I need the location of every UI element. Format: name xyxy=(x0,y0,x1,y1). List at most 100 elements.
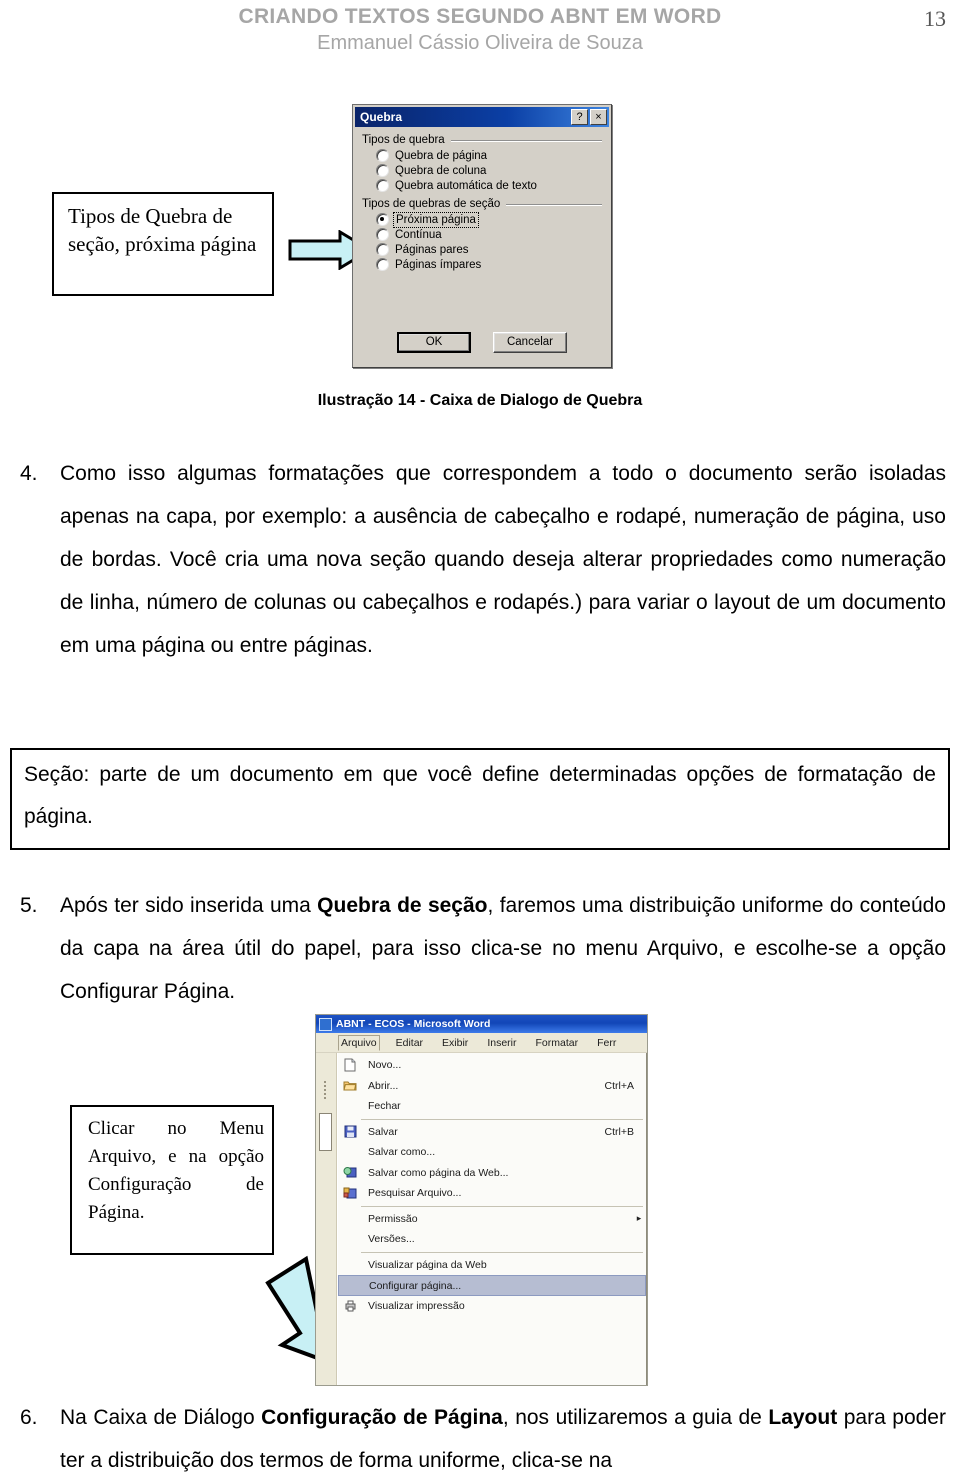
radio-paginas-pares[interactable]: Páginas pares xyxy=(376,243,602,256)
no-icon xyxy=(340,1257,360,1273)
item6-middle: , nos utilizaremos a guia de xyxy=(502,1406,769,1429)
page-number: 13 xyxy=(924,6,946,31)
list-text: Após ter sido inserida uma Quebra de seç… xyxy=(60,884,946,1013)
menu-item-accel: Ctrl+A xyxy=(604,1079,634,1092)
list-item-6: 6. Na Caixa de Diálogo Configuração de P… xyxy=(14,1396,946,1482)
menu-item-pesquisar-arquivo[interactable]: Pesquisar Arquivo... xyxy=(338,1183,646,1204)
save-disk-icon xyxy=(340,1124,360,1140)
header-title: CRIANDO TEXTOS SEGUNDO ABNT EM WORD xyxy=(238,5,722,28)
radio-paginas-impares[interactable]: Páginas ímpares xyxy=(376,258,602,271)
no-icon xyxy=(340,1098,360,1114)
figure-word-arquivo-menu: ABNT - ECOS - Microsoft Word Arquivo Edi… xyxy=(315,1014,648,1386)
item5-bold-term: Quebra de seção xyxy=(317,894,488,917)
menubar-item-formatar[interactable]: Formatar xyxy=(533,1035,582,1051)
menu-item-versoes[interactable]: Versões... xyxy=(338,1229,646,1250)
search-file-icon xyxy=(340,1185,360,1201)
help-button[interactable]: ? xyxy=(571,109,588,125)
list-item-4: 4. Como isso algumas formatações que cor… xyxy=(14,452,946,667)
document-header: CRIANDO TEXTOS SEGUNDO ABNT EM WORD Emma… xyxy=(0,0,960,62)
radio-icon[interactable] xyxy=(376,213,389,226)
list-text: Na Caixa de Diálogo Configuração de Pági… xyxy=(60,1396,946,1482)
menu-item-salvar-como-pagina-da-web[interactable]: Salvar como página da Web... xyxy=(338,1163,646,1184)
cancel-button[interactable]: Cancelar xyxy=(493,332,567,353)
no-icon xyxy=(340,1231,360,1247)
quebra-dialog-window: Quebra ? × Tipos de quebra Quebra de pág… xyxy=(352,104,612,368)
no-icon xyxy=(340,1144,360,1160)
menu-item-label: Salvar como página da Web... xyxy=(368,1166,509,1179)
callout-text: Tipos de Quebra de seção, próxima página xyxy=(68,204,257,256)
word-titlebar: ABNT - ECOS - Microsoft Word xyxy=(316,1015,647,1033)
menubar-item-editar[interactable]: Editar xyxy=(393,1035,426,1051)
menubar-item-ferramentas[interactable]: Ferr xyxy=(594,1035,619,1051)
list-number: 4. xyxy=(20,462,38,485)
save-web-icon xyxy=(340,1165,360,1181)
list-item-5: 5. Após ter sido inserida uma Quebra de … xyxy=(14,884,946,1013)
menu-item-configurar-pagina[interactable]: Configurar página... xyxy=(338,1275,646,1296)
definition-box-secao: Seção: parte de um documento em que você… xyxy=(10,748,950,850)
menu-item-accel: Ctrl+B xyxy=(604,1125,634,1138)
new-document-icon xyxy=(340,1057,360,1073)
item6-bold-term-1: Configuração de Página xyxy=(261,1406,503,1429)
radio-icon[interactable] xyxy=(376,243,389,256)
menubar-item-arquivo[interactable]: Arquivo xyxy=(338,1034,380,1051)
radio-icon[interactable] xyxy=(376,228,389,241)
word-body: Novo... Abrir... Ctrl+A Fechar Salvar Ct… xyxy=(316,1053,647,1385)
menubar-item-exibir[interactable]: Exibir xyxy=(439,1035,471,1051)
ok-button[interactable]: OK xyxy=(397,332,471,353)
menu-item-salvar[interactable]: Salvar Ctrl+B xyxy=(338,1122,646,1143)
menu-separator xyxy=(361,1118,643,1120)
menu-item-fechar[interactable]: Fechar xyxy=(338,1096,646,1117)
radio-icon[interactable] xyxy=(376,258,389,271)
radio-icon[interactable] xyxy=(376,164,389,177)
menu-item-novo[interactable]: Novo... xyxy=(338,1055,646,1076)
radio-label: Quebra de coluna xyxy=(395,164,487,177)
no-icon xyxy=(340,1211,360,1227)
radio-label: Próxima página xyxy=(393,211,479,228)
definition-text: Seção: parte de um documento em que você… xyxy=(24,763,936,828)
item6-bold-term-2: Layout xyxy=(768,1406,838,1429)
menubar-item-inserir[interactable]: Inserir xyxy=(484,1035,519,1051)
list-number: 6. xyxy=(20,1406,38,1429)
radio-quebra-automatica-de-texto[interactable]: Quebra automática de texto xyxy=(376,179,602,192)
radio-label: Páginas ímpares xyxy=(395,258,482,271)
menu-item-label: Abrir... xyxy=(368,1079,399,1092)
callout-box-quebra: Tipos de Quebra de seção, próxima página xyxy=(52,192,274,296)
menu-item-label: Configurar página... xyxy=(369,1279,462,1292)
radio-icon[interactable] xyxy=(376,149,389,162)
radio-quebra-de-coluna[interactable]: Quebra de coluna xyxy=(376,164,602,177)
word-left-strip xyxy=(316,1053,337,1385)
header-author: Emmanuel Cássio Oliveira de Souza xyxy=(317,32,643,54)
word-app-icon xyxy=(319,1017,332,1031)
item6-prefix: Na Caixa de Diálogo xyxy=(60,1406,262,1429)
ruler-marker-icon xyxy=(319,1113,332,1151)
group-label-tipos-de-quebra: Tipos de quebra xyxy=(362,134,602,146)
menu-item-label: Visualizar impressão xyxy=(368,1300,465,1313)
radio-label: Quebra de página xyxy=(395,149,488,162)
menu-separator xyxy=(361,1251,643,1253)
figure-caption-14: Ilustração 14 - Caixa de Dialogo de Queb… xyxy=(317,392,643,409)
menu-item-label: Permissão xyxy=(368,1212,418,1225)
list-number: 5. xyxy=(20,894,38,917)
radio-icon[interactable] xyxy=(376,179,389,192)
open-folder-icon xyxy=(340,1078,360,1094)
menu-item-label: Visualizar página da Web xyxy=(368,1258,487,1271)
dialog-button-row: OK Cancelar xyxy=(353,332,611,353)
radio-quebra-de-pagina[interactable]: Quebra de página xyxy=(376,149,602,162)
group-label-tipos-de-quebras-de-secao: Tipos de quebras de seção xyxy=(362,198,602,210)
menu-item-visualizar-pagina-da-web[interactable]: Visualizar página da Web xyxy=(338,1255,646,1276)
radio-continua[interactable]: Contínua xyxy=(376,228,602,241)
word-menubar: Arquivo Editar Exibir Inserir Formatar F… xyxy=(316,1033,647,1053)
close-icon[interactable]: × xyxy=(590,109,607,125)
menu-item-visualizar-impressao[interactable]: Visualizar impressão xyxy=(338,1296,646,1317)
submenu-arrow-icon: ▸ xyxy=(636,1213,642,1224)
radio-label: Contínua xyxy=(395,228,442,241)
dialog-title: Quebra xyxy=(360,110,403,124)
list-text: Como isso algumas formatações que corres… xyxy=(60,462,946,657)
menu-item-permissao[interactable]: Permissão ▸ xyxy=(338,1209,646,1230)
callout-text: Clicar no Menu Arquivo, e na opção Confi… xyxy=(88,1118,264,1223)
menu-item-salvar-como[interactable]: Salvar como... xyxy=(338,1142,646,1163)
menu-item-label: Salvar xyxy=(368,1125,398,1138)
dialog-titlebar: Quebra ? × xyxy=(355,107,609,127)
radio-proxima-pagina[interactable]: Próxima página xyxy=(376,211,602,228)
menu-item-abrir[interactable]: Abrir... Ctrl+A xyxy=(338,1076,646,1097)
